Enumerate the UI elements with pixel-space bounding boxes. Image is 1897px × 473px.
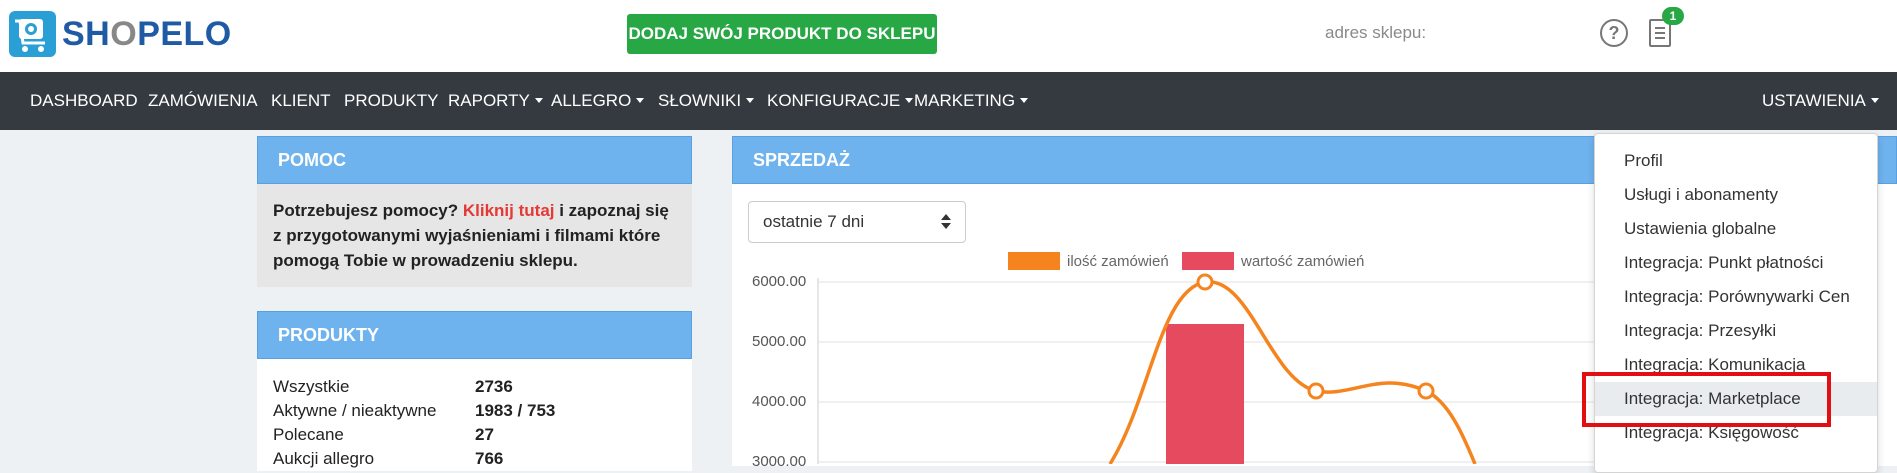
menu-item-przesylki[interactable]: Integracja: Przesyłki xyxy=(1595,314,1877,348)
menu-item-porownywarki[interactable]: Integracja: Porównywarki Cen xyxy=(1595,280,1877,314)
data-point[interactable] xyxy=(1417,382,1435,400)
data-point[interactable] xyxy=(1196,273,1214,291)
highlight-box xyxy=(1582,372,1831,427)
menu-item-punkt-platnosci[interactable]: Integracja: Punkt płatności xyxy=(1595,246,1877,280)
menu-item-uslugi[interactable]: Usługi i abonamenty xyxy=(1595,178,1877,212)
data-point[interactable] xyxy=(1307,382,1325,400)
orders-count-line xyxy=(1108,280,1477,464)
bar-orders-value[interactable] xyxy=(1166,324,1244,464)
menu-item-profil[interactable]: Profil xyxy=(1595,144,1877,178)
menu-item-ustawienia-globalne[interactable]: Ustawienia globalne xyxy=(1595,212,1877,246)
